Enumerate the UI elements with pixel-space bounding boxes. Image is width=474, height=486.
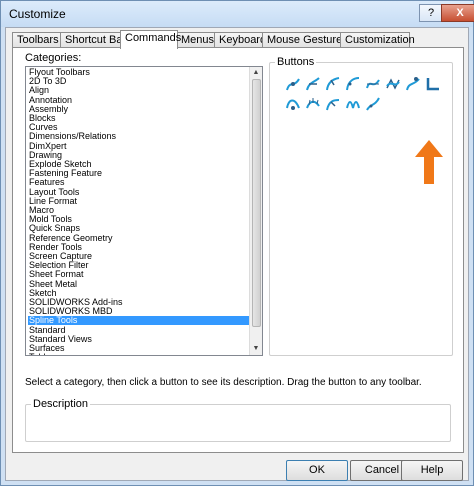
categories-scrollbar[interactable]: ▲ ▼ <box>249 67 262 355</box>
spline-on-surface-icon[interactable] <box>345 96 361 112</box>
help-button[interactable]: Help <box>401 460 463 481</box>
insert-spline-point-icon[interactable] <box>285 76 301 92</box>
help-title-button[interactable]: ? <box>419 4 443 22</box>
description-label: Description <box>31 398 91 410</box>
window-title: Customize <box>9 7 66 21</box>
tab-menus[interactable]: Menus <box>176 32 216 48</box>
categories-label: Categories: <box>25 52 82 64</box>
category-item[interactable]: 2D To 3D <box>28 77 251 86</box>
show-minimum-radius-icon[interactable] <box>325 96 341 112</box>
scroll-down-icon[interactable]: ▼ <box>251 344 261 354</box>
hint-text: Select a category, then click a button t… <box>25 377 422 388</box>
style-spline-icon[interactable] <box>285 96 301 112</box>
tab-commands[interactable]: Commands <box>120 30 181 49</box>
category-item[interactable]: Surfaces <box>28 344 251 353</box>
orange-pointer-arrow-icon <box>415 140 443 184</box>
category-item[interactable]: Sheet Metal <box>28 279 251 289</box>
category-item[interactable]: Table <box>28 353 251 355</box>
equation-spline-icon[interactable] <box>365 96 381 112</box>
categories-list[interactable]: Flyout Toolbars 2D To 3D Align Annotation As… <box>25 66 263 356</box>
simplify-spline-icon[interactable] <box>365 76 381 92</box>
show-inflection-points-icon[interactable] <box>425 76 441 92</box>
category-item[interactable]: Blocks <box>28 114 251 123</box>
category-item[interactable]: Assembly <box>28 104 251 114</box>
ok-button[interactable]: OK <box>286 460 348 481</box>
category-item[interactable]: Line Format <box>28 196 251 206</box>
show-spline-handles-icon[interactable] <box>405 76 421 92</box>
close-button[interactable]: X <box>441 4 474 22</box>
show-curvature-combs-icon[interactable] <box>305 96 321 112</box>
title-bar: Customize ? X <box>1 1 474 27</box>
fit-spline-icon[interactable] <box>385 76 401 92</box>
add-curvature-control-icon[interactable] <box>325 76 341 92</box>
commands-panel: Categories: Flyout Toolbars 2D To 3D Align… <box>12 47 464 453</box>
tab-customization[interactable]: Customization <box>340 32 415 48</box>
customize-dialog: Customize ? X Toolbars Shortcut Bars Com… <box>0 0 474 486</box>
scroll-thumb[interactable] <box>252 79 261 327</box>
tab-shortcut-bars[interactable]: Shortcut Bars <box>60 32 132 48</box>
tab-keyboard[interactable]: Keyboard <box>214 32 266 48</box>
buttons-label: Buttons <box>275 56 317 68</box>
scroll-up-icon[interactable]: ▲ <box>251 68 261 78</box>
add-tangency-control-icon[interactable] <box>305 76 321 92</box>
tab-toolbars[interactable]: Toolbars <box>12 32 61 48</box>
insert-spline-control-icon[interactable] <box>345 76 361 92</box>
dialog-body: Toolbars Shortcut Bars Commands Menus Ke… <box>5 27 469 481</box>
tab-mouse-gestures[interactable]: Mouse Gestures <box>262 32 348 48</box>
